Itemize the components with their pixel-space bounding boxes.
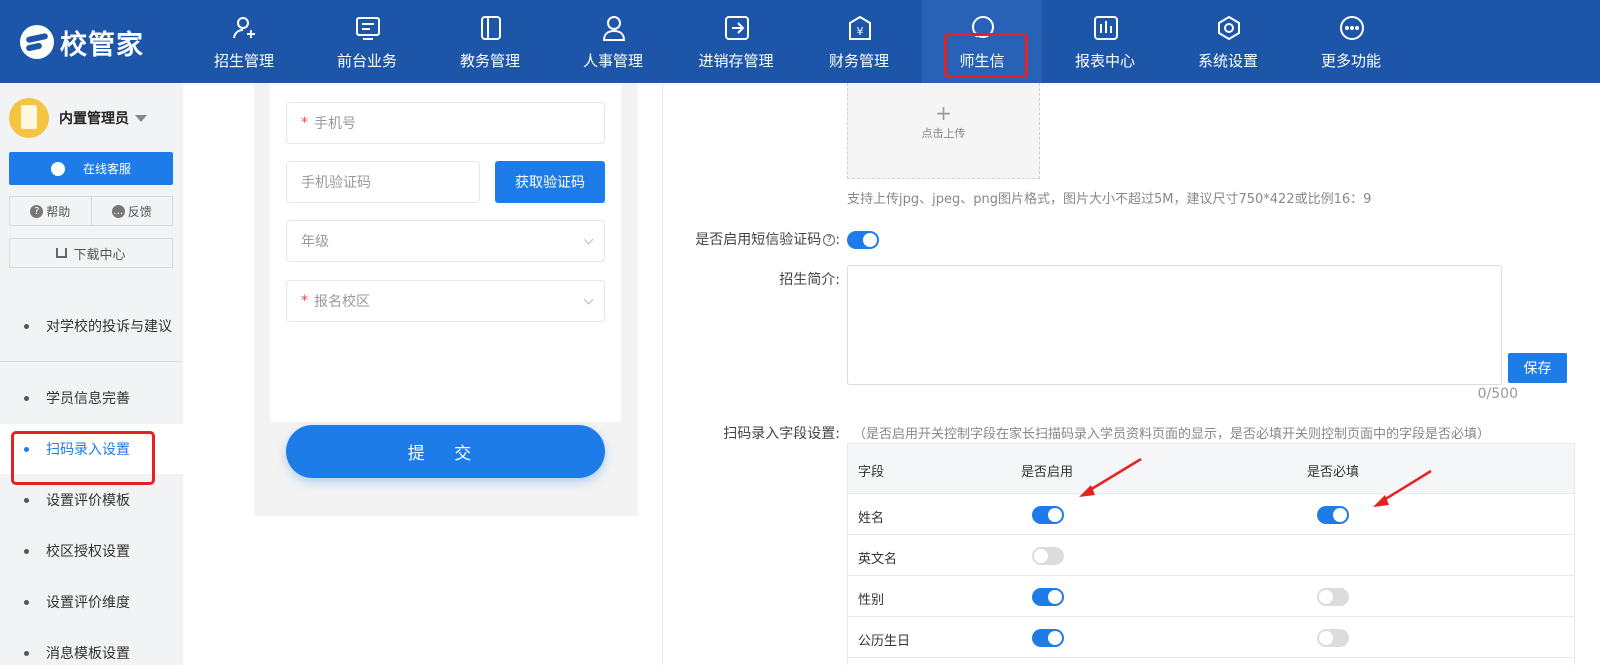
inventory-icon — [725, 16, 749, 40]
user-name: 内置管理员 — [59, 111, 129, 127]
help-icon[interactable]: ? — [823, 234, 836, 246]
verification-code-input[interactable]: 手机验证码 — [286, 161, 480, 203]
nav-item-reports[interactable]: 报表中心 — [1045, 0, 1165, 83]
sidebar-divider — [0, 361, 183, 362]
sidebar-item-message-template[interactable]: 消息模板设置 — [0, 628, 183, 665]
download-center-button[interactable]: 下载中心 — [9, 238, 173, 268]
sms-verification-toggle[interactable] — [847, 231, 879, 249]
user-menu[interactable]: 内置管理员 — [9, 98, 147, 138]
headset-icon — [50, 161, 65, 176]
logo-icon — [20, 25, 54, 59]
get-code-button[interactable]: 获取验证码 — [495, 161, 605, 203]
nav-item-inventory[interactable]: 进销存管理 — [676, 0, 796, 83]
header-enabled: 是否启用 — [1021, 465, 1074, 480]
sidebar: 内置管理员 在线客服 ? 帮助 … 反馈 下载中心 对学校的投诉与建议 学员信息… — [0, 83, 183, 665]
table-row: 性别 — [848, 576, 1574, 617]
chat-icon — [972, 16, 994, 38]
scan-fields-description: （是否启用开关控制字段在家长扫描码录入学员资料页面的显示，是否必填开关则控制页面… — [853, 427, 1491, 442]
settings-icon — [1218, 15, 1240, 41]
sidebar-item-complaints[interactable]: 对学校的投诉与建议 — [0, 301, 183, 351]
chart-icon — [1094, 16, 1118, 40]
bullet-icon — [24, 650, 29, 656]
phone-input[interactable]: * 手机号 — [286, 102, 605, 144]
bullet-icon — [24, 599, 29, 605]
chat-bubble-icon: … — [111, 204, 125, 218]
upload-hint: 支持上传jpg、jpeg、png图片格式，图片大小不超过5M，建议尺寸750*4… — [847, 192, 1372, 207]
nav-item-academic[interactable]: 教务管理 — [430, 0, 550, 83]
book-icon — [481, 16, 501, 40]
plus-icon: + — [935, 101, 952, 125]
bullet-icon — [24, 395, 29, 401]
intro-textarea[interactable] — [847, 265, 1502, 385]
nav-item-enrollment[interactable]: 招生管理 — [184, 0, 304, 83]
bullet-icon — [24, 497, 29, 503]
header-field: 字段 — [858, 465, 885, 480]
brand-name: 校管家 — [60, 29, 144, 61]
table-row: 英文名 — [848, 535, 1574, 576]
table-header: 字段 是否启用 是否必填 — [848, 444, 1574, 494]
sidebar-item-eval-template[interactable]: 设置评价模板 — [0, 475, 183, 525]
bullet-icon — [24, 548, 29, 554]
sidebar-item-scan-settings[interactable]: 扫码录入设置 — [0, 424, 183, 474]
campus-select[interactable]: * 报名校区 — [286, 280, 605, 322]
sidebar-item-campus-auth[interactable]: 校区授权设置 — [0, 526, 183, 576]
field-settings-table: 字段 是否启用 是否必填 姓名 英文名 性别 公历生日 — [847, 443, 1575, 665]
person-icon — [602, 16, 626, 41]
sidebar-item-eval-dimension[interactable]: 设置评价维度 — [0, 577, 183, 627]
nav-item-hr[interactable]: 人事管理 — [553, 0, 673, 83]
grade-select[interactable]: 年级 — [286, 220, 605, 262]
image-upload-box[interactable]: + 点击上传 — [847, 83, 1040, 179]
nav-item-more[interactable]: 更多功能 — [1291, 0, 1411, 83]
monitor-icon — [356, 17, 380, 40]
question-icon: ? — [30, 204, 44, 218]
sidebar-item-student-info[interactable]: 学员信息完善 — [0, 373, 183, 423]
submit-button[interactable]: 提 交 — [286, 425, 605, 478]
char-counter: 0/500 — [1477, 386, 1518, 402]
header-required: 是否必填 — [1307, 465, 1360, 480]
finance-icon: ¥ — [849, 15, 871, 40]
avatar — [9, 98, 49, 138]
table-row: 公历生日 — [848, 617, 1574, 658]
caret-down-icon — [135, 114, 147, 122]
feedback-button[interactable]: … 反馈 — [92, 197, 173, 225]
table-row: 姓名 — [848, 494, 1574, 535]
more-icon — [1340, 16, 1364, 40]
name-required-toggle[interactable] — [1317, 506, 1349, 524]
panel-divider — [662, 83, 663, 665]
nav-item-messaging[interactable]: 师生信 — [922, 0, 1042, 83]
bullet-icon — [24, 446, 29, 452]
nav-item-system-settings[interactable]: 系统设置 — [1168, 0, 1288, 83]
name-enabled-toggle[interactable] — [1032, 506, 1064, 524]
svg-text:¥: ¥ — [857, 25, 864, 38]
scan-fields-label: 扫码录入字段设置: — [723, 426, 840, 442]
nav-item-front-desk[interactable]: 前台业务 — [307, 0, 427, 83]
nav-item-finance[interactable]: ¥ 财务管理 — [799, 0, 919, 83]
bullet-icon — [24, 323, 29, 329]
top-nav-bar: 校管家 招生管理 前台业务 教务管理 人事管理 进销存管理 ¥ 财务管理 师生信… — [0, 0, 1600, 83]
english-name-enabled-toggle[interactable] — [1032, 547, 1064, 565]
online-service-button[interactable]: 在线客服 — [9, 152, 173, 185]
gender-enabled-toggle[interactable] — [1032, 588, 1064, 606]
sms-verification-label: 是否启用短信验证码?: — [695, 232, 840, 248]
chevron-down-icon — [583, 294, 594, 305]
help-feedback-row: ? 帮助 … 反馈 — [9, 196, 173, 226]
chevron-down-icon — [583, 234, 594, 245]
user-add-icon — [233, 17, 255, 39]
birthday-required-toggle[interactable] — [1317, 629, 1349, 647]
help-button[interactable]: ? 帮助 — [10, 197, 92, 225]
gender-required-toggle[interactable] — [1317, 588, 1349, 606]
save-button[interactable]: 保存 — [1508, 353, 1567, 383]
download-icon — [56, 248, 68, 258]
intro-label: 招生简介: — [779, 272, 840, 288]
brand-logo[interactable]: 校管家 — [20, 22, 144, 62]
birthday-enabled-toggle[interactable] — [1032, 629, 1064, 647]
